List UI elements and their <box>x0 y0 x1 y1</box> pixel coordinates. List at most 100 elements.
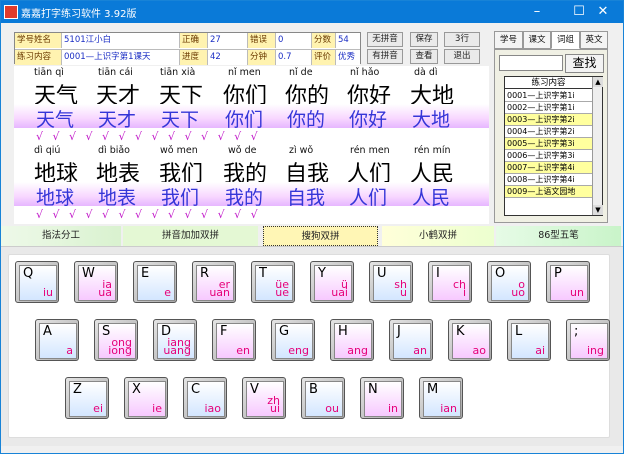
tab-text[interactable]: 课文 <box>523 31 551 49</box>
typed-word: 人民 <box>412 187 451 209</box>
key-m[interactable]: Mian <box>419 377 463 419</box>
typed-row-1[interactable]: 天气 天才 天下 你们 你的 你好 大地 <box>14 104 489 131</box>
check-marks: √ √ √ √ √ √ √ √ √ √ √ √ √ √ <box>36 208 261 221</box>
key-o[interactable]: Oo uo <box>487 261 531 303</box>
lesson-list[interactable]: 练习内容 0001—上识字第1i 0002—上识字第1i 0003—上识字第2i… <box>504 76 603 216</box>
list-item[interactable]: 0005—上识字第3i <box>505 138 592 150</box>
minute-value: 0.7 <box>275 50 311 65</box>
list-item[interactable]: 0009—上语文园地 <box>505 186 592 198</box>
list-scrollbar[interactable]: ▲ ▼ <box>592 77 603 215</box>
key-h[interactable]: Hang <box>330 319 374 361</box>
key-face: Aa <box>39 323 77 359</box>
key-letter: S <box>102 324 111 339</box>
key-final: un <box>570 286 584 299</box>
key-face: Zei <box>69 381 107 417</box>
typed-word: 地表 <box>98 187 137 209</box>
mode-pinyin-jiajia[interactable]: 拼音加加双拼 <box>123 226 258 246</box>
minute-label: 分钟 <box>247 50 275 65</box>
key-face: Pun <box>550 265 588 301</box>
key-x[interactable]: Xie <box>124 377 168 419</box>
key-final: uo <box>511 286 525 299</box>
key-i[interactable]: Ich i <box>428 261 472 303</box>
key-face: Mian <box>423 381 461 417</box>
key-v[interactable]: Vzh ui <box>242 377 286 419</box>
key-z[interactable]: Zei <box>65 377 109 419</box>
tab-english[interactable]: 英文 <box>580 31 608 49</box>
lines-button[interactable]: 3行 <box>444 32 480 47</box>
list-item[interactable]: 0001—上识字第1i <box>505 90 592 102</box>
key-s[interactable]: Song iong <box>94 319 138 361</box>
key-a[interactable]: Aa <box>35 319 79 361</box>
key-letter: J <box>397 324 401 339</box>
key-final: en <box>236 344 250 357</box>
key-g[interactable]: Geng <box>271 319 315 361</box>
key-final: uang <box>163 344 191 357</box>
key-letter: P <box>554 266 562 281</box>
key-letter: R <box>200 266 210 281</box>
typed-word: 地球 <box>36 187 75 209</box>
key-q[interactable]: Qiu <box>15 261 59 303</box>
key-final: ing <box>586 344 604 357</box>
key-letter: ; <box>574 324 579 339</box>
key-l[interactable]: Lai <box>507 319 551 361</box>
key-face: Ee <box>137 265 175 301</box>
minimize-button[interactable]: – <box>517 1 557 23</box>
mode-xiaohe[interactable]: 小鹤双拼 <box>382 226 494 246</box>
key-letter: C <box>191 382 201 397</box>
typed-word: 你好 <box>349 109 388 131</box>
list-item[interactable]: 0003—上识字第2i <box>505 114 592 126</box>
key-face: Geng <box>275 323 313 359</box>
view-button[interactable]: 查看 <box>410 49 438 64</box>
search-input[interactable] <box>499 55 563 71</box>
key-k[interactable]: Kao <box>448 319 492 361</box>
key-letter: F <box>220 324 228 339</box>
check-marks: √ √ √ √ √ √ √ √ √ √ √ √ √ √ <box>36 130 261 143</box>
close-button[interactable]: ✕ <box>583 1 623 23</box>
key-c[interactable]: Ciao <box>183 377 227 419</box>
key-semicolon[interactable]: ; ing <box>566 319 610 361</box>
tab-student-id[interactable]: 学号 <box>494 31 523 49</box>
search-button[interactable]: 查找 <box>565 54 604 73</box>
scroll-down-icon[interactable]: ▼ <box>593 205 603 215</box>
mode-sogou[interactable]: 搜狗双拼 <box>263 226 378 246</box>
key-face: Diang uang <box>157 323 195 359</box>
key-face: Qiu <box>19 265 57 301</box>
key-face: Bou <box>305 381 343 417</box>
score-value: 54 <box>335 33 360 48</box>
mode-wubi86[interactable]: 86型五笔 <box>496 226 621 246</box>
key-letter: Q <box>23 266 34 281</box>
key-n[interactable]: Nin <box>360 377 404 419</box>
key-b[interactable]: Bou <box>301 377 345 419</box>
hanzi-row-2: 地球 地表 我们 我的 自我 人们 人民 <box>14 156 489 187</box>
key-t[interactable]: Tüe ue <box>251 261 295 303</box>
save-button[interactable]: 保存 <box>410 32 438 47</box>
key-letter: G <box>279 324 290 339</box>
key-u[interactable]: Ush u <box>369 261 413 303</box>
tab-phrases[interactable]: 词组 <box>551 31 580 49</box>
key-letter: Y <box>318 266 326 281</box>
key-e[interactable]: Ee <box>133 261 177 303</box>
mode-fingering[interactable]: 指法分工 <box>1 226 121 246</box>
practice-area[interactable]: tiān qì tiān cái tiān xià nǐ men nǐ de n… <box>14 66 489 224</box>
key-letter: K <box>456 324 465 339</box>
scroll-up-icon[interactable]: ▲ <box>593 77 603 87</box>
key-letter: Z <box>73 382 82 397</box>
key-f[interactable]: Fen <box>212 319 256 361</box>
no-pinyin-button[interactable]: 无拼音 <box>367 32 403 47</box>
list-item[interactable]: 0007—上识字第4i <box>505 162 592 174</box>
key-w[interactable]: Wia ua <box>74 261 118 303</box>
typed-word: 我的 <box>225 187 264 209</box>
list-item[interactable]: 0006—上识字第3i <box>505 150 592 162</box>
list-item[interactable]: 0002—上识字第1i <box>505 102 592 114</box>
keyboard: Qiu Wia ua Ee Rer uan Tüe ue Yü uai Ush u Ich i Oo uo Pu… <box>8 254 610 438</box>
list-item[interactable]: 0008—上识字第4i <box>505 174 592 186</box>
key-d[interactable]: Diang uang <box>153 319 197 361</box>
key-r[interactable]: Rer uan <box>192 261 236 303</box>
key-p[interactable]: Pun <box>546 261 590 303</box>
key-y[interactable]: Yü uai <box>310 261 354 303</box>
key-j[interactable]: Jan <box>389 319 433 361</box>
has-pinyin-button[interactable]: 有拼音 <box>367 49 403 64</box>
list-item[interactable]: 0004—上识字第2i <box>505 126 592 138</box>
exit-button[interactable]: 退出 <box>444 49 480 64</box>
typed-row-2[interactable]: 地球 地表 我们 我的 自我 人们 人民 <box>14 182 489 209</box>
